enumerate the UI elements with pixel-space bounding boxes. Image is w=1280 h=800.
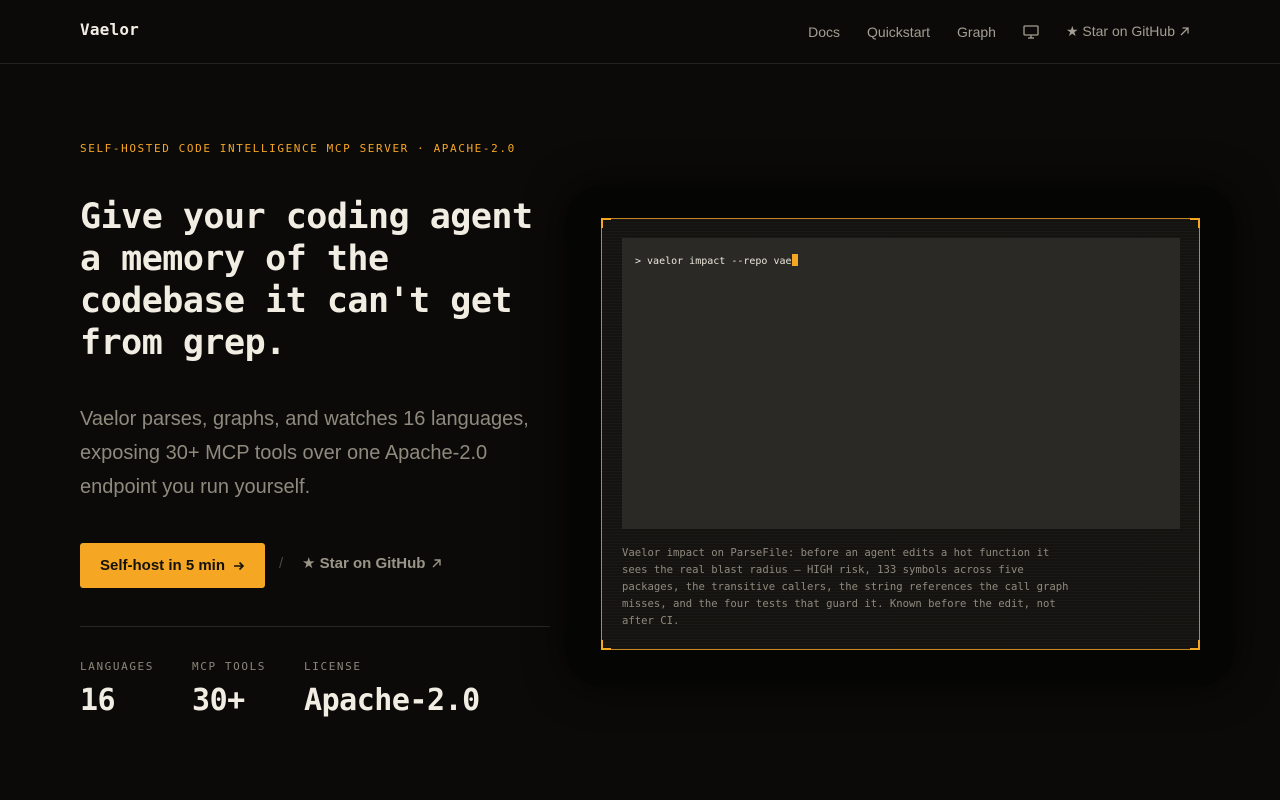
arrow-up-right-icon <box>432 558 442 567</box>
terminal-frame: > vaelor impact --repo vae Vaelor impact… <box>601 218 1200 650</box>
hero-headline: Give your coding agent a memory of the c… <box>80 197 533 363</box>
frame-corner <box>1190 640 1200 650</box>
self-host-button[interactable]: Self-host in 5 min <box>80 543 265 588</box>
stat-value: 16 <box>80 683 116 718</box>
arrow-right-icon <box>234 561 245 570</box>
stat-label: LANGUAGES <box>80 660 155 673</box>
frame-corner <box>601 640 611 650</box>
terminal-screen: > vaelor impact --repo vae <box>622 238 1180 529</box>
stat-mcp-tools: MCP TOOLS 30+ <box>192 660 266 718</box>
nav-github-link[interactable]: ★ Star on GitHub <box>1066 23 1190 40</box>
arrow-up-right-icon <box>1180 27 1189 36</box>
nav-link-graph[interactable]: Graph <box>957 24 996 40</box>
nav-link-quickstart[interactable]: Quickstart <box>867 24 930 40</box>
nav-links: Docs Quickstart Graph ★ Star on GitHub <box>808 0 1190 63</box>
monitor-icon <box>1023 24 1039 39</box>
terminal-cursor <box>791 254 798 266</box>
cta-separator: / <box>279 555 284 572</box>
stat-value: Apache-2.0 <box>304 683 480 718</box>
stats-row: LANGUAGES 16 MCP TOOLS 30+ LICENSE Apach… <box>80 660 480 718</box>
stat-license: LICENSE Apache-2.0 <box>304 660 480 718</box>
terminal-command: > vaelor impact --repo vae <box>635 256 792 267</box>
star-github-link[interactable]: ★ Star on GitHub <box>302 554 442 572</box>
hero-lede: Vaelor parses, graphs, and watches 16 la… <box>80 408 529 498</box>
hero-eyebrow: SELF-HOSTED CODE INTELLIGENCE MCP SERVER… <box>80 142 516 155</box>
nav-github-label: ★ Star on GitHub <box>1065 23 1175 39</box>
star-github-label: ★ Star on GitHub <box>302 555 426 572</box>
hero-divider <box>80 626 550 627</box>
top-nav: Vaelor Docs Quickstart Graph ★ Star on G… <box>0 0 1280 64</box>
self-host-label: Self-host in 5 min <box>99 557 225 574</box>
frame-corner <box>1190 218 1200 228</box>
frame-corner <box>601 218 611 228</box>
terminal-prompt: > vaelor impact --repo vae <box>635 254 798 267</box>
stat-languages: LANGUAGES 16 <box>80 660 154 718</box>
stat-value: 30+ <box>192 683 245 718</box>
nav-link-docs[interactable]: Docs <box>808 24 840 40</box>
stat-label: LICENSE <box>304 660 362 673</box>
theme-toggle-button[interactable] <box>1023 24 1039 39</box>
brand-logo[interactable]: Vaelor <box>80 20 139 39</box>
terminal-caption: Vaelor impact on ParseFile: before an ag… <box>622 547 1069 627</box>
stat-label: MCP TOOLS <box>192 660 267 673</box>
